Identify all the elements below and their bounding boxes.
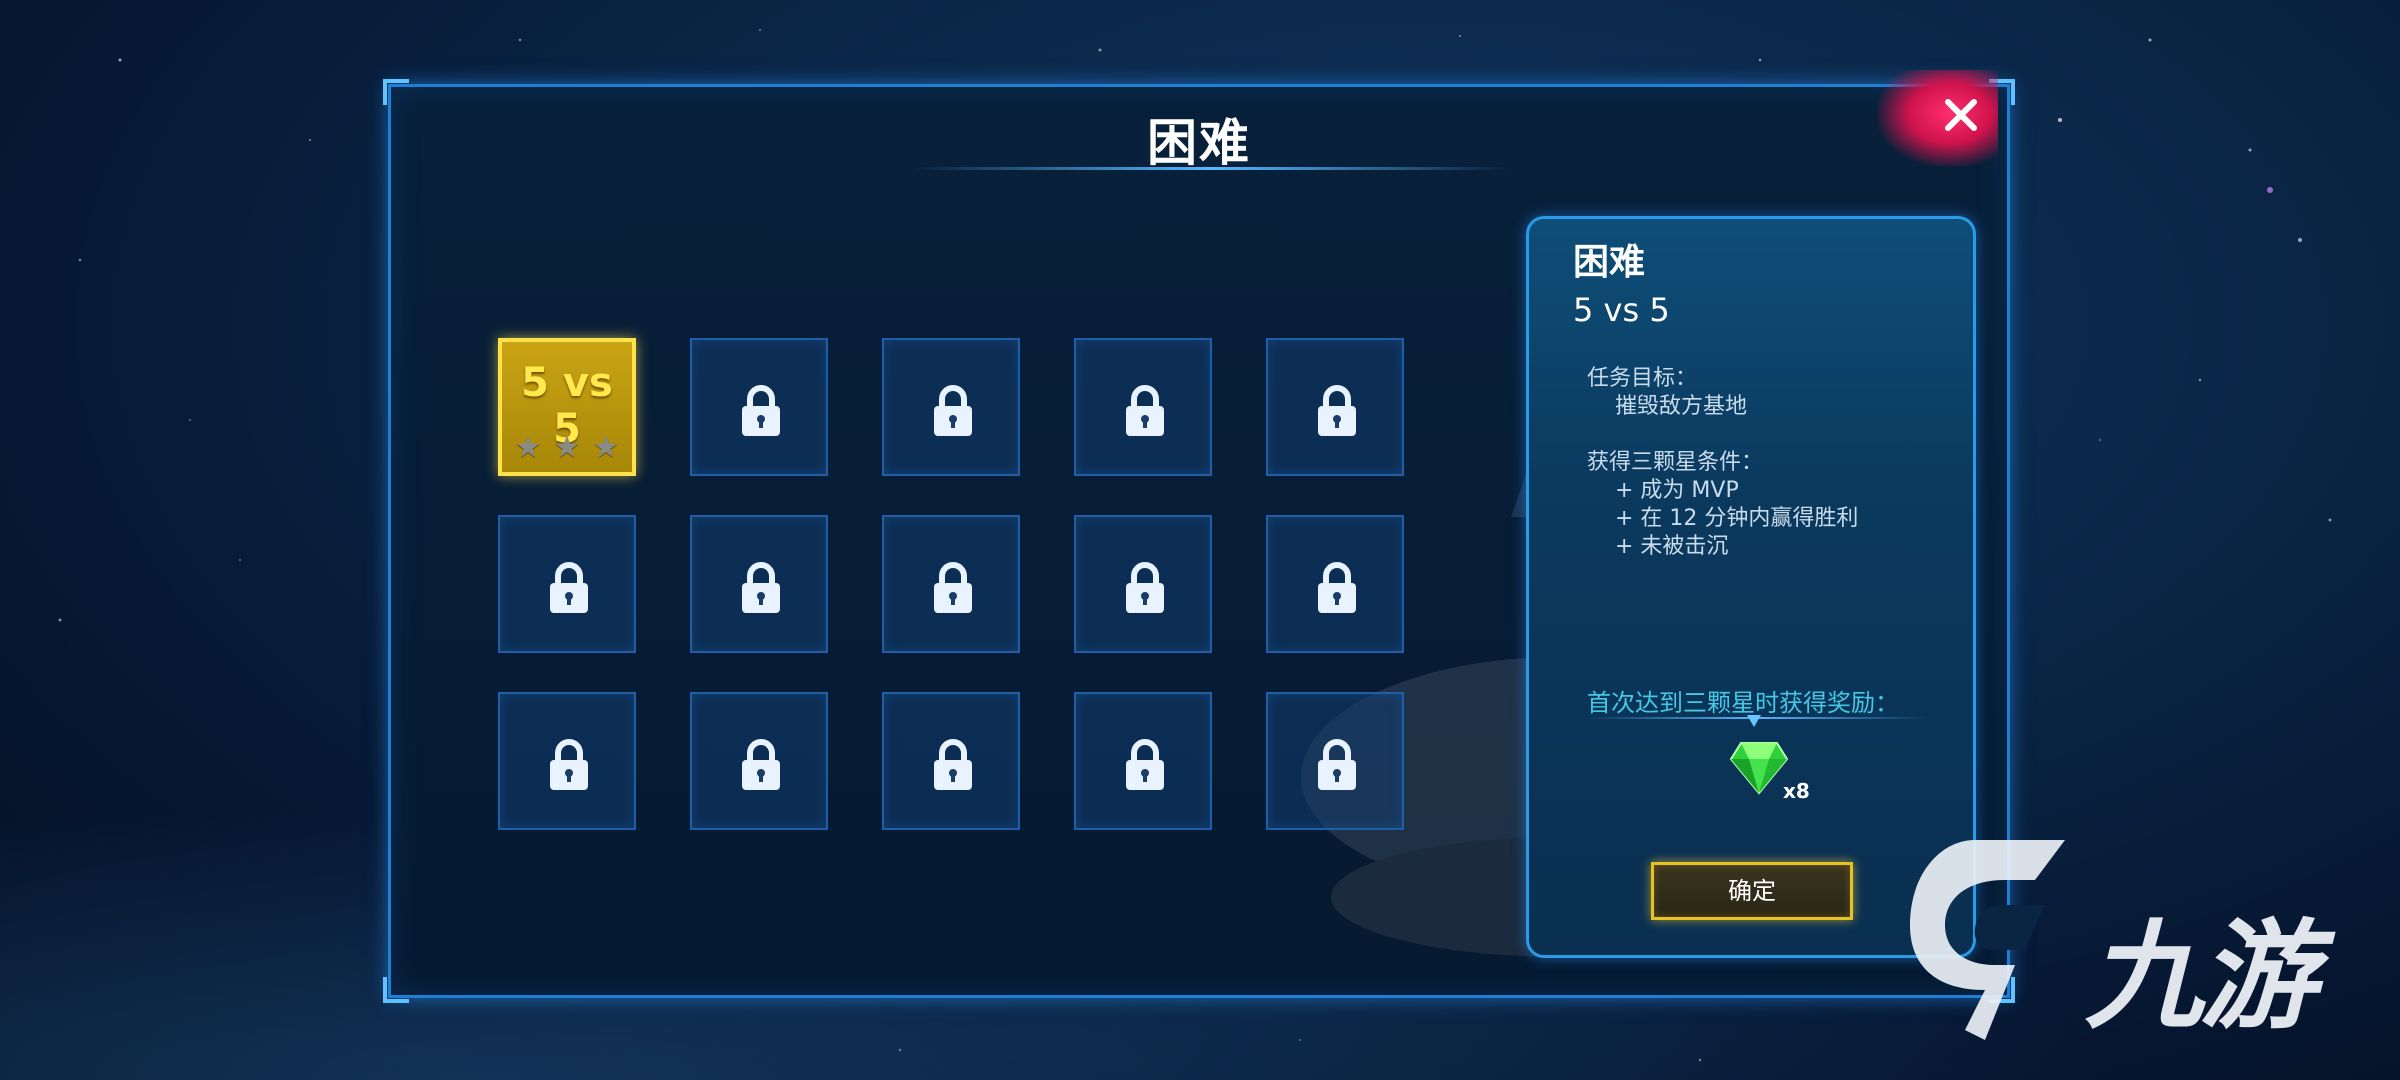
- objective-label: 任务目标：: [1587, 366, 1698, 391]
- star-rating: ★ ★ ★: [502, 430, 632, 465]
- condition-item: + 成为 MVP: [1615, 478, 1739, 503]
- lock-icon: [1126, 562, 1164, 613]
- lock-icon: [550, 739, 588, 790]
- level-cell-locked[interactable]: [690, 692, 828, 830]
- level-cell-locked[interactable]: [690, 515, 828, 653]
- info-mode: 5 vs 5: [1573, 291, 1670, 329]
- lock-icon: [934, 385, 972, 436]
- info-difficulty: 困难: [1573, 242, 1646, 283]
- level-cell-locked[interactable]: [882, 338, 1020, 476]
- lock-icon: [742, 385, 780, 436]
- pointer-icon: [1747, 715, 1761, 727]
- 9game-logo-icon: [1910, 840, 2065, 1040]
- level-cell-locked[interactable]: [882, 515, 1020, 653]
- star-icon: ★: [553, 430, 581, 465]
- condition-item: + 在 12 分钟内赢得胜利: [1615, 506, 1859, 531]
- lock-icon: [742, 562, 780, 613]
- level-cell-locked[interactable]: [1074, 515, 1212, 653]
- dialog-title: 困难: [1147, 114, 1251, 172]
- level-cell[interactable]: 5 vs 5 ★ ★ ★: [498, 338, 636, 476]
- lock-icon: [1318, 739, 1356, 790]
- lock-icon: [1318, 385, 1356, 436]
- level-cell-locked[interactable]: [1074, 338, 1212, 476]
- lock-icon: [742, 739, 780, 790]
- green-gem-icon: [1729, 742, 1789, 795]
- lock-icon: [550, 562, 588, 613]
- condition-item: + 未被击沉: [1615, 534, 1729, 559]
- watermark-text: 九游: [2085, 907, 2317, 1045]
- lock-icon: [934, 562, 972, 613]
- lock-icon: [934, 739, 972, 790]
- level-cell-locked[interactable]: [1266, 515, 1404, 653]
- lock-icon: [1126, 739, 1164, 790]
- objective-text: 摧毁敌方基地: [1615, 394, 1748, 419]
- level-cell-locked[interactable]: [882, 692, 1020, 830]
- reward-label: 首次达到三颗星时获得奖励：: [1587, 689, 1899, 717]
- lock-icon: [1126, 385, 1164, 436]
- level-cell-locked[interactable]: [1266, 692, 1404, 830]
- confirm-button[interactable]: 确定: [1651, 862, 1853, 920]
- level-cell-locked[interactable]: [690, 338, 828, 476]
- level-cell-locked[interactable]: [1266, 338, 1404, 476]
- condition-label: 获得三颗星条件：: [1587, 450, 1764, 475]
- close-icon: [1945, 99, 1977, 131]
- lock-icon: [1318, 562, 1356, 613]
- close-button[interactable]: [1878, 70, 1998, 166]
- level-cell-locked[interactable]: [498, 692, 636, 830]
- star-icon: ★: [592, 430, 620, 465]
- star-icon: ★: [514, 430, 542, 465]
- corner-bracket: [383, 977, 409, 1003]
- corner-bracket: [383, 79, 409, 105]
- title-divider: [911, 167, 1511, 170]
- level-cell-locked[interactable]: [1074, 692, 1212, 830]
- level-cell-locked[interactable]: [498, 515, 636, 653]
- reward-count: x8: [1783, 779, 1810, 803]
